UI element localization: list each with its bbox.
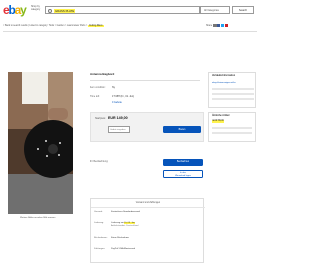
more-images-link[interactable]: Weitere Bilder ansehen (20, 217, 43, 219)
search-input[interactable]: GRASS PLATE (45, 6, 200, 14)
disc-bolt-hole (45, 140, 48, 143)
title-divider (90, 80, 200, 81)
disc-bolt-hole (59, 142, 62, 145)
item-price: EUR 149,00 (108, 116, 128, 120)
breadcrumb-trail[interactable]: Tools > Garden > Lawnmower Parts > (49, 25, 88, 27)
item-title: Antenna Bagbord (90, 72, 115, 76)
shipping-row: Versand: Kostenloser Standardversand (91, 210, 205, 218)
shipping-row-value: Kostenloser Standardversand (111, 211, 203, 214)
bid-button[interactable]: Bieten (163, 126, 201, 133)
similar-items-title: Ähnliche Artikel (212, 115, 230, 117)
breadcrumb-prefix[interactable]: < Back to search results | Listed in cat… (3, 25, 48, 27)
similar-item-line (212, 132, 252, 134)
pinterest-icon[interactable] (224, 24, 228, 28)
time-left-label: Time left: (90, 95, 100, 98)
shipping-row-value: Keine Rücknahme (111, 237, 203, 240)
seller-info-box: Verkäuferinformation ebay-kleinanzeigen-… (208, 72, 256, 108)
add-to-cart-button[interactable]: In den Warenkorb legen (163, 170, 203, 178)
disc-bolt-hole (58, 154, 61, 157)
hand-shape (48, 108, 68, 120)
bid-history-link[interactable]: 0 Gebote (112, 101, 122, 104)
similar-items-box: Ähnliche Artikel EUR 89,00 (208, 112, 256, 142)
watch-button[interactable]: Beobachten (163, 159, 203, 166)
condition-value: Ny (112, 86, 115, 89)
facebook-icon[interactable] (217, 24, 221, 28)
cart-button-line-2: Warenkorb legen (175, 174, 191, 177)
delivery-date-highlight: Di, 05. Jun (124, 222, 135, 224)
price-label: Startpreis: (95, 117, 106, 120)
disc-center-hole (48, 144, 58, 154)
shipping-row-key: Versand: (94, 211, 103, 213)
shipping-row-key: Rücknahmen: (94, 237, 108, 239)
share-label: Share (206, 25, 213, 28)
returns-value-text: Keine Rücknahme (111, 237, 129, 239)
price-box: Startpreis: EUR 149,00 Gebot eingeben Bi… (90, 112, 204, 142)
shipping-row-key: Zahlungen: (94, 248, 105, 250)
search-icon (47, 8, 52, 13)
returns-row: Rücknahmen: Keine Rücknahme (91, 236, 205, 244)
seller-info-title: Verkäuferinformation (212, 75, 236, 77)
item-image[interactable] (8, 72, 73, 214)
category-select[interactable]: All Categories (200, 6, 230, 14)
delivery-row: Lieferung: Lieferung am Di, 05. Jun Artik… (91, 221, 205, 229)
email-icon[interactable] (213, 24, 217, 28)
image-links: Weitere Bilder ansehen Bild zoomen (20, 216, 84, 220)
photo-background-top (8, 72, 73, 129)
payments-row: Zahlungen: PayPal VISA Mastercard (91, 247, 205, 255)
seller-info-line (212, 88, 254, 90)
photo-background-ground (8, 174, 73, 214)
search-query-text: GRASS PLATE (54, 8, 76, 13)
page-header: ebay Shop by category GRASS PLATE All Ca… (0, 0, 260, 24)
breadcrumb: < Back to search results | Listed in cat… (3, 24, 203, 29)
disc-bolt-hole (46, 155, 49, 158)
similar-item-price[interactable]: EUR 89,00 (212, 120, 225, 123)
similar-item-line (212, 127, 252, 129)
shipping-header: Versand und Zahlungen (91, 199, 205, 208)
cutting-disc-shape (24, 120, 73, 178)
disc-bolt-hole (37, 148, 40, 151)
item-location: Artikelstandort: Deutschland (111, 225, 139, 227)
shipping-row-value: Lieferung am Di, 05. Jun Artikelstandort:… (111, 222, 203, 228)
share-bar: Share (206, 24, 258, 29)
logo-letter-y: y (20, 3, 27, 17)
payments-value-text: PayPal VISA Mastercard (111, 248, 135, 250)
condition-label: Item condition: (90, 86, 106, 89)
twitter-icon[interactable] (220, 24, 225, 28)
cart-button-line-1: In den (180, 171, 186, 174)
shipping-row-value: PayPal VISA Mastercard (111, 248, 203, 251)
delivery-value-text: Lieferung am (111, 222, 124, 224)
zoom-image-link[interactable]: Bild zoomen (43, 217, 55, 219)
search-button[interactable]: Search (232, 6, 254, 14)
shipping-row-key: Lieferung: (94, 222, 104, 224)
watching-label: Ihr Beobachtung: (90, 160, 109, 163)
shipping-payment-box: Versand und Zahlungen Versand: Kostenlos… (90, 198, 205, 263)
breadcrumb-current-category[interactable]: Cutting Discs (87, 25, 104, 27)
bid-input[interactable]: Gebot eingeben (108, 126, 130, 133)
header-divider (3, 31, 257, 32)
seller-info-line (212, 93, 254, 95)
seller-name-link[interactable]: ebay-kleinanzeigen-seller (212, 82, 236, 85)
ebay-logo[interactable]: ebay (3, 4, 29, 17)
shop-by-category-button[interactable]: Shop by category (31, 5, 43, 14)
seller-info-line (212, 98, 254, 100)
shipping-value-text: Kostenloser Standardversand (111, 211, 140, 213)
time-left-value: 1T 08H (Fr., 01. Jun) (112, 95, 135, 98)
